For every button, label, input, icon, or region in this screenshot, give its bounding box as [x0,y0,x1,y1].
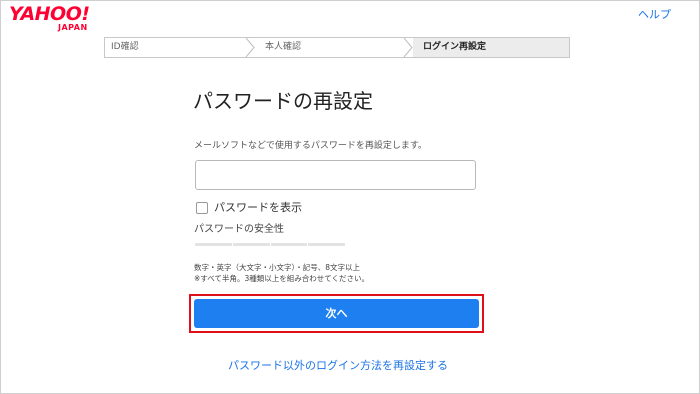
step-id-confirm: ID確認 [111,42,139,52]
password-rules: 数字・英字（大文字・小文字）・記号、8文字以上 ※すべて半角。3種類以上を組み合… [194,262,369,284]
logo-wordmark: YAHOO! [9,3,90,25]
step-separator-icon [245,38,255,57]
reset-other-login-methods-link[interactable]: パスワード以外のログイン方法を再設定する [228,359,448,373]
show-password-checkbox[interactable] [196,201,208,214]
show-password-label[interactable]: パスワードを表示 [214,201,302,215]
step-separator-icon [403,38,413,57]
logo-subtext: JAPAN [58,23,88,32]
progress-steps: ID確認 本人確認 ログイン再設定 [104,37,570,58]
page-frame [0,0,700,394]
strength-segment [308,243,345,246]
password-strength-label: パスワードの安全性 [194,224,284,235]
help-link[interactable]: ヘルプ [638,8,671,22]
step-identity-confirm: 本人確認 [265,42,302,52]
strength-segment [195,243,232,246]
password-rules-line: ※すべて半角。3種類以上を組み合わせてください。 [194,274,370,283]
description-text: メールソフトなどで使用するパスワードを再設定します。 [194,141,427,151]
strength-segment [232,243,270,246]
new-password-input[interactable] [195,160,476,190]
strength-segment [270,243,308,246]
next-button[interactable]: 次へ [194,299,479,328]
step-login-reset-current: ログイン再設定 [413,38,569,57]
password-rules-line: 数字・英字（大文字・小文字）・記号、8文字以上 [194,263,361,272]
yahoo-japan-logo[interactable]: YAHOO! JAPAN [9,4,104,38]
password-strength-meter [195,243,345,246]
page-title: パスワードの再設定 [193,89,373,113]
show-password-toggle[interactable]: パスワードを表示 [196,200,302,215]
